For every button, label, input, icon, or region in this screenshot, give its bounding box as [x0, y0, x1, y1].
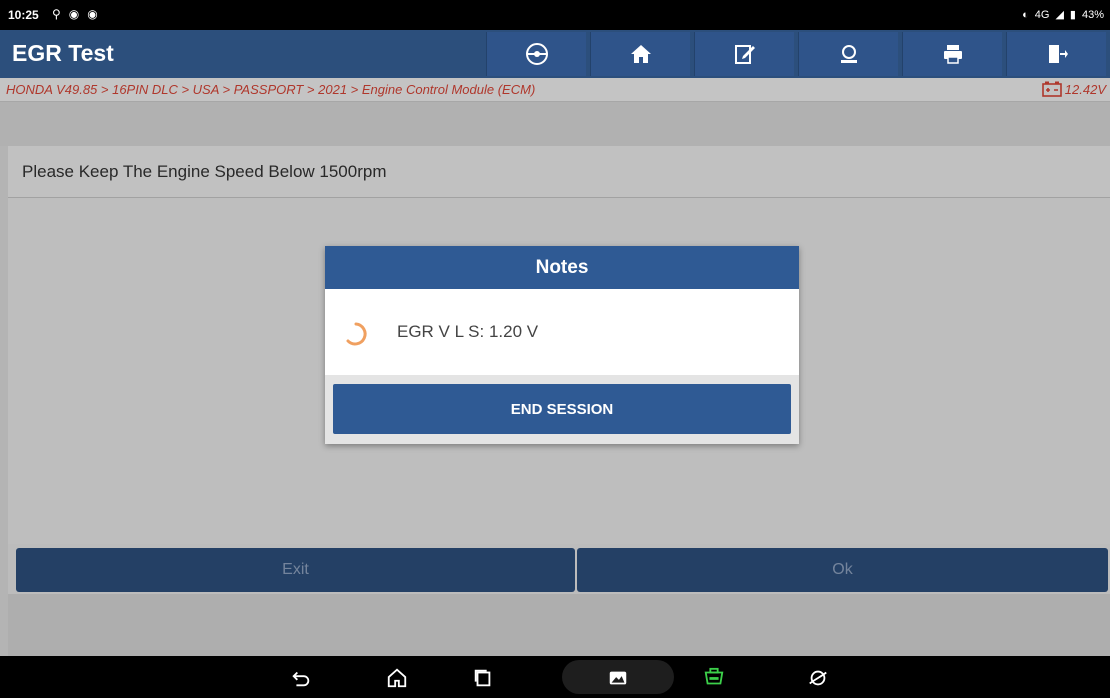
notes-dialog: Notes EGR V L S: 1.20 V END SESSION: [325, 246, 799, 444]
printer-icon: [943, 45, 962, 64]
network-label: 4G: [1034, 8, 1050, 21]
loading-spinner-icon: [346, 322, 367, 346]
user-support-icon: [840, 45, 857, 63]
recents-icon: [474, 669, 491, 687]
print-button[interactable]: [902, 32, 1002, 76]
signal-icon: ◢: [1055, 9, 1064, 21]
exit-door-icon: [1048, 45, 1068, 63]
gallery-button[interactable]: [606, 666, 630, 690]
end-session-button[interactable]: END SESSION: [333, 384, 791, 434]
vci-connector-icon: [704, 667, 724, 685]
recents-button[interactable]: [471, 666, 495, 690]
page-title: EGR Test: [12, 40, 114, 66]
steering-wheel-icon: [525, 43, 548, 65]
navigation-bar: [0, 656, 1110, 698]
vci-button[interactable]: [702, 666, 726, 690]
usb-icon: ⚲: [52, 7, 61, 21]
support-button[interactable]: [798, 32, 898, 76]
vibrate-icon: ◐: [1022, 8, 1029, 21]
report-button[interactable]: [694, 32, 794, 76]
dialog-message: EGR V L S: 1.20 V: [397, 322, 539, 341]
app-header: EGR Test: [0, 30, 1110, 78]
home-nav-button[interactable]: [385, 666, 409, 690]
battery-icon: ▮: [1069, 9, 1076, 21]
notification-icon: ◉: [87, 7, 98, 21]
browser-button[interactable]: [806, 666, 830, 690]
home-icon: [630, 45, 651, 63]
dialog-title: Notes: [325, 246, 799, 289]
image-icon: [609, 671, 627, 685]
exit-app-button[interactable]: [1006, 32, 1106, 76]
status-time: 10:25: [8, 8, 39, 22]
notification-icon: ◉: [68, 7, 80, 21]
home-button[interactable]: [590, 32, 690, 76]
planet-icon: [809, 670, 827, 686]
edit-icon: [734, 45, 755, 64]
home-outline-icon: [387, 668, 407, 688]
dialog-body: EGR V L S: 1.20 V: [325, 289, 799, 375]
back-button[interactable]: [289, 666, 313, 690]
status-bar: 10:25 ⚲ ◉ ◉ ◐ 4G ◢ ▮ 43%: [0, 0, 1110, 30]
back-icon: [292, 671, 310, 687]
battery-level: 43%: [1081, 8, 1104, 21]
vehicle-button[interactable]: [486, 32, 586, 76]
